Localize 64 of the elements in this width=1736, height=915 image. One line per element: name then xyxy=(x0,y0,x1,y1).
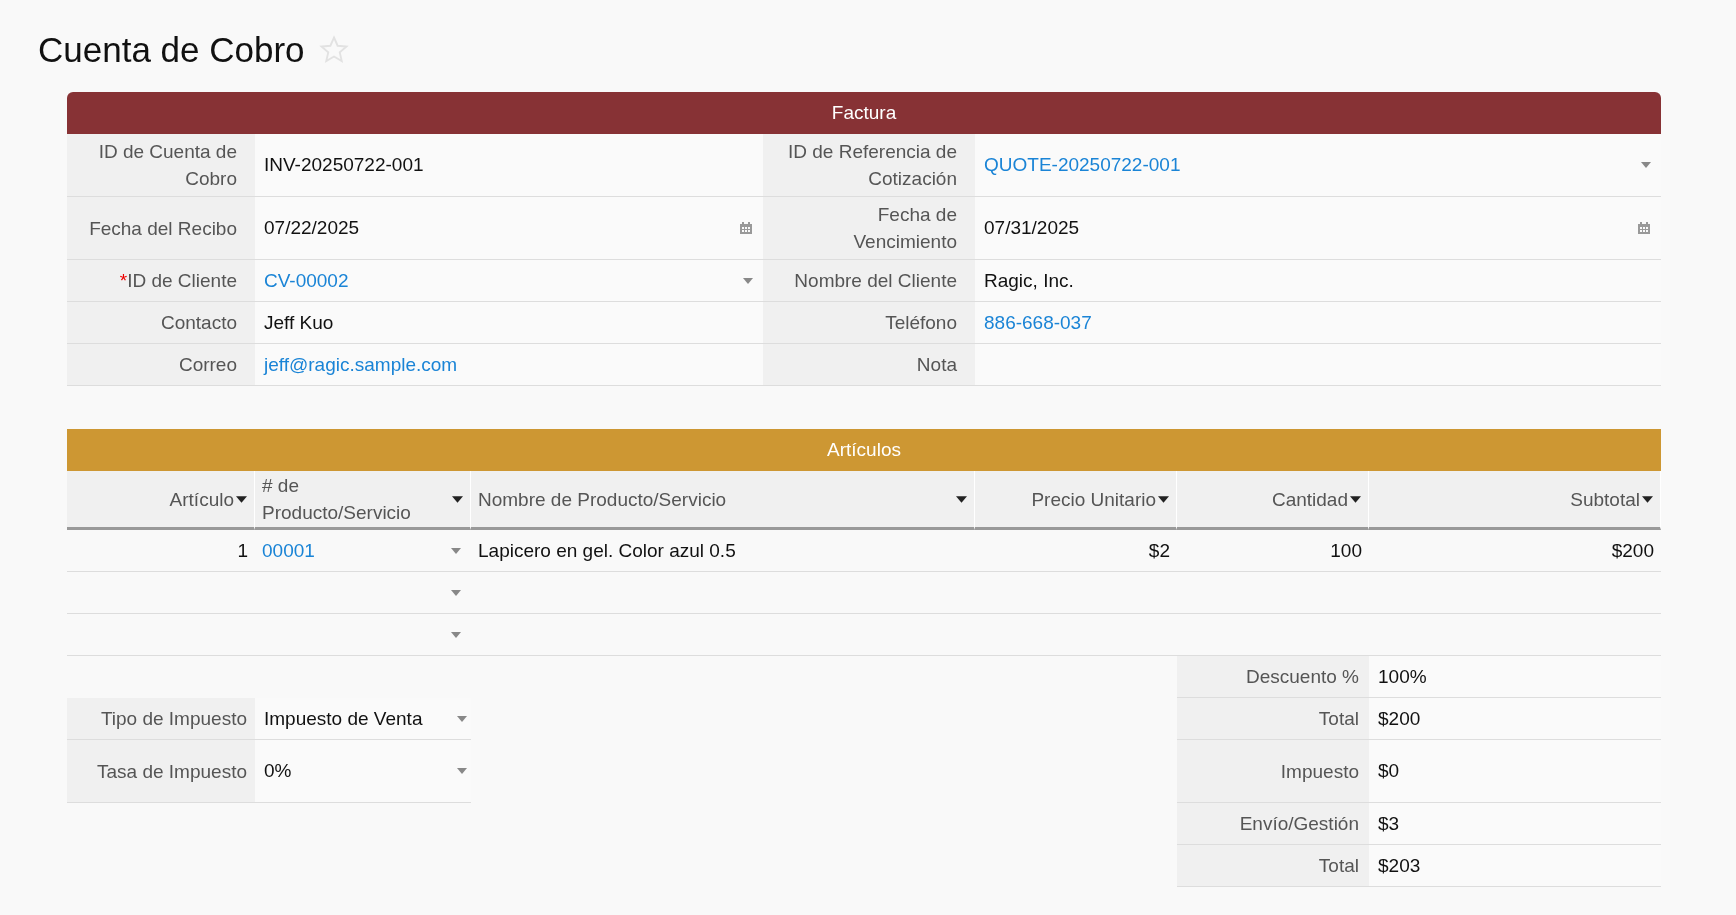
sort-caret-icon xyxy=(956,495,967,503)
field-label: ID de Cliente xyxy=(127,269,237,293)
field-value: 100% xyxy=(1378,665,1427,688)
value-link[interactable]: QUOTE-20250722-001 xyxy=(984,154,1181,176)
field-label: Total xyxy=(1177,845,1369,887)
field-label: Impuesto xyxy=(1177,740,1369,803)
sort-caret-icon xyxy=(236,495,247,503)
product-link[interactable]: 00001 xyxy=(262,539,315,562)
dropdown-caret-icon xyxy=(457,768,467,774)
field-value: INV-20250722-001 xyxy=(264,154,424,176)
field-value: 07/22/2025 xyxy=(264,217,360,239)
field-value: $200 xyxy=(1378,707,1421,730)
table-cell: 100 xyxy=(1330,539,1362,562)
field-label: Teléfono xyxy=(885,311,957,335)
field-value: $0 xyxy=(1378,760,1400,782)
column-header[interactable]: Nombre de Producto/Servicio xyxy=(478,485,727,513)
section-header: Factura xyxy=(67,92,1661,134)
field-value: $3 xyxy=(1378,812,1400,835)
table-cell: Lapicero en gel. Color azul 0.5 xyxy=(478,539,736,562)
table-cell: $2 xyxy=(1148,539,1170,562)
dropdown-caret-icon xyxy=(451,547,461,554)
sort-caret-icon xyxy=(1642,495,1653,503)
section-header: Artículos xyxy=(67,429,1661,471)
value-link[interactable]: jeff@ragic.sample.com xyxy=(264,353,458,376)
field-label: Envío/Gestión xyxy=(1177,803,1369,845)
table-cell: 1 xyxy=(237,539,248,562)
field-label: Tipo de Impuesto xyxy=(67,698,255,740)
field-value: 07/31/2025 xyxy=(984,217,1080,239)
field-label: Tasa de Impuesto xyxy=(67,740,255,803)
field-label: Nota xyxy=(916,353,957,377)
field-label: Fecha de Vencimiento xyxy=(852,203,957,254)
field-label: Correo xyxy=(178,353,237,377)
dropdown-caret-icon xyxy=(451,589,461,596)
dropdown-caret-icon xyxy=(1641,162,1651,168)
field-label: ID de Cuenta de Cobro xyxy=(97,140,237,191)
field-label: ID de Referencia de Cotización xyxy=(787,140,957,191)
field-value: Ragic, Inc. xyxy=(984,269,1074,292)
value-link[interactable]: CV-00002 xyxy=(264,269,349,292)
column-header[interactable]: Subtotal xyxy=(1570,485,1640,513)
dropdown-caret-icon xyxy=(457,715,467,722)
field-label: Descuento % xyxy=(1177,656,1369,698)
column-header[interactable]: # de Producto/Servicio xyxy=(262,472,450,526)
field-label: Contacto xyxy=(160,311,237,335)
dropdown-caret-icon xyxy=(743,277,753,284)
page-title: Cuenta de Cobro xyxy=(38,30,305,70)
field-value: $203 xyxy=(1378,854,1421,877)
field-label: Nombre del Cliente xyxy=(794,269,957,293)
sort-caret-icon xyxy=(1158,495,1169,503)
field-label: Total xyxy=(1177,698,1369,740)
value-link[interactable]: 886-668-037 xyxy=(984,311,1092,334)
field-value: Jeff Kuo xyxy=(264,311,334,334)
field-value: 0% xyxy=(264,760,292,782)
sort-caret-icon xyxy=(452,495,463,503)
column-header[interactable]: Cantidad xyxy=(1271,485,1348,513)
field-label: Fecha del Recibo xyxy=(89,216,237,241)
calendar-icon xyxy=(739,221,753,235)
field-value: Impuesto de Venta xyxy=(264,707,423,730)
calendar-icon xyxy=(1637,221,1651,235)
column-header[interactable]: Precio Unitario xyxy=(1031,485,1156,513)
column-header[interactable]: Artículo xyxy=(169,485,234,513)
dropdown-caret-icon xyxy=(451,631,461,638)
table-cell: $200 xyxy=(1611,539,1654,562)
sort-caret-icon xyxy=(1350,495,1361,503)
required-mark: * xyxy=(119,269,128,293)
